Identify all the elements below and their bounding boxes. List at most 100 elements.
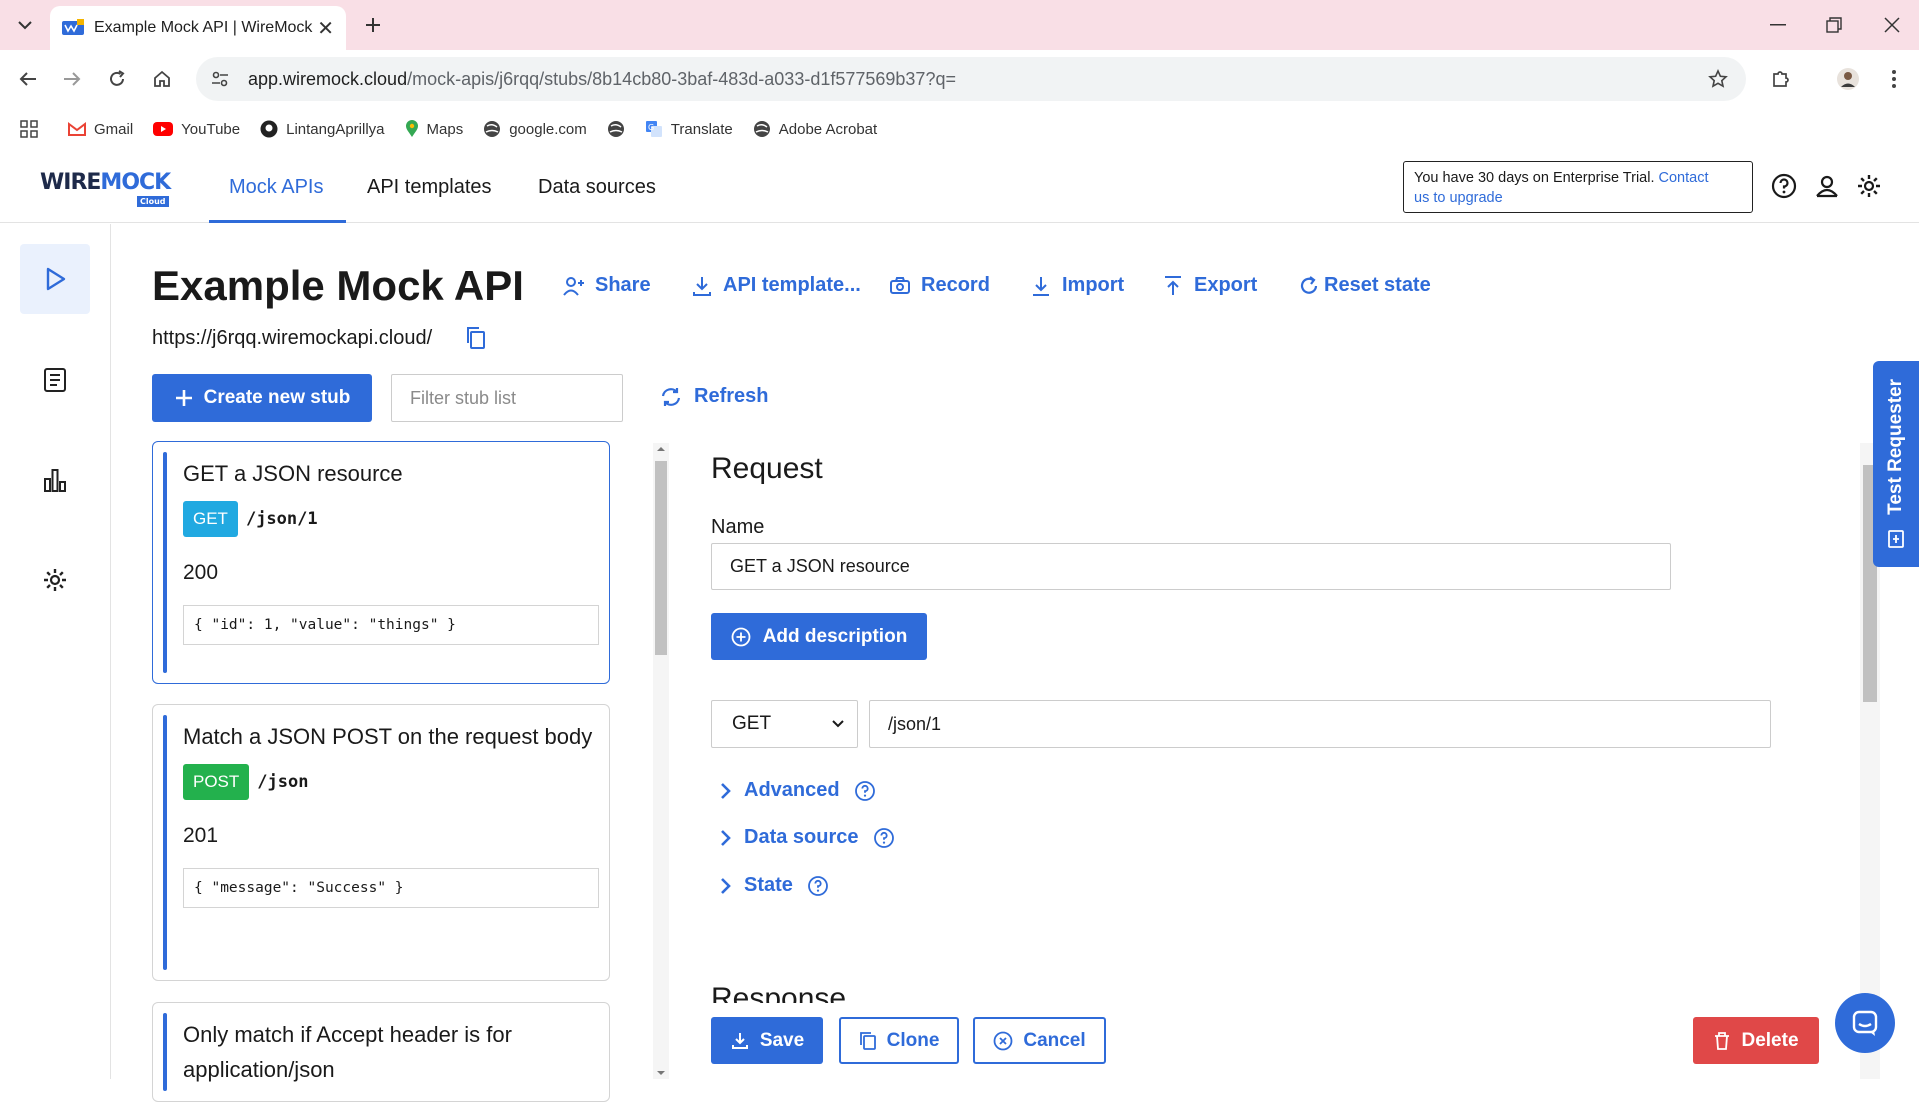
create-new-stub-button[interactable]: Create new stub <box>152 374 372 422</box>
cancel-button[interactable]: Cancel <box>973 1017 1106 1064</box>
help-button[interactable] <box>1770 172 1800 202</box>
close-window-button[interactable] <box>1872 10 1912 40</box>
forward-button[interactable] <box>56 63 88 95</box>
advanced-toggle[interactable]: Advanced <box>720 779 876 802</box>
reload-button[interactable] <box>101 63 133 95</box>
export-button[interactable]: Export <box>1162 274 1257 297</box>
help-icon[interactable] <box>873 827 895 849</box>
api-template-label: API template... <box>723 274 861 296</box>
stub-name-input[interactable] <box>711 543 1671 590</box>
url-path-input[interactable] <box>869 700 1771 748</box>
reset-state-button[interactable]: Reset state <box>1298 274 1431 297</box>
bookmark-translate[interactable]: G Translate <box>645 120 733 138</box>
state-toggle[interactable]: State <box>720 874 829 897</box>
help-icon[interactable] <box>807 875 829 897</box>
bookmark-gmail[interactable]: Gmail <box>68 121 133 138</box>
bookmark-label: Maps <box>426 120 464 138</box>
gear-icon <box>44 569 66 591</box>
back-button[interactable] <box>12 63 44 95</box>
settings-button[interactable] <box>1855 172 1885 202</box>
restore-button[interactable] <box>1814 10 1854 40</box>
nav-api-templates[interactable]: API templates <box>367 176 492 199</box>
translate-icon: G <box>645 121 662 137</box>
copy-url-button[interactable] <box>465 326 487 350</box>
left-rail <box>0 224 111 1079</box>
trial-upgrade-link[interactable]: us to upgrade <box>1414 190 1503 206</box>
bookmark-label: google.com <box>509 120 587 138</box>
bookmark-label: LintangAprillya <box>286 120 385 138</box>
clone-button[interactable]: Clone <box>839 1017 959 1064</box>
url-host: app.wiremock.cloud <box>248 68 408 89</box>
chevron-down-icon <box>832 720 844 728</box>
rail-stubs[interactable] <box>20 244 90 314</box>
stub-card[interactable]: Match a JSON POST on the request body PO… <box>152 704 610 981</box>
new-tab-button[interactable] <box>358 10 388 40</box>
record-button[interactable]: Record <box>889 274 990 297</box>
scroll-up-arrow-icon[interactable] <box>653 443 669 455</box>
close-icon <box>1884 17 1900 33</box>
test-requester-tab[interactable]: Test Requester <box>1873 361 1919 567</box>
stub-card-selected[interactable]: GET a JSON resource GET /json/1 200 { "i… <box>152 441 610 684</box>
page-title: Example Mock API <box>152 262 524 309</box>
puzzle-icon <box>1773 71 1789 87</box>
minimize-button[interactable] <box>1758 10 1798 40</box>
filter-stub-input[interactable] <box>391 374 623 422</box>
trial-contact-link[interactable]: Contact <box>1659 170 1709 186</box>
tab-close-icon[interactable]: ✕ <box>317 16 334 41</box>
tab-title: Example Mock API | WireMock <box>94 19 313 36</box>
stub-name: GET a JSON resource <box>183 461 403 486</box>
bookmark-github[interactable]: LintangAprillya <box>260 120 385 138</box>
apps-shortcut[interactable] <box>20 120 38 138</box>
address-bar[interactable]: app.wiremock.cloud/mock-apis/j6rqq/stubs… <box>196 57 1746 101</box>
apps-grid-icon <box>20 120 38 138</box>
nav-mock-apis[interactable]: Mock APIs <box>229 176 323 199</box>
share-button[interactable]: Share <box>563 274 651 297</box>
bookmark-label: Translate <box>670 120 733 138</box>
browser-menu-button[interactable] <box>1878 63 1910 95</box>
rail-settings[interactable] <box>20 545 90 615</box>
save-button[interactable]: Save <box>711 1017 823 1064</box>
bookmark-unnamed[interactable] <box>607 120 625 138</box>
bookmark-youtube[interactable]: YouTube <box>153 121 240 138</box>
nav-data-sources[interactable]: Data sources <box>538 176 656 199</box>
chat-support-button[interactable] <box>1835 993 1895 1053</box>
browser-tab-active[interactable]: Example Mock API | WireMock ✕ <box>50 6 346 50</box>
http-method-select[interactable]: GET <box>711 700 858 748</box>
data-source-toggle[interactable]: Data source <box>720 826 895 849</box>
import-button[interactable]: Import <box>1030 274 1124 297</box>
bookmark-adobe-acrobat[interactable]: Adobe Acrobat <box>753 120 877 138</box>
profile-avatar[interactable] <box>1832 63 1864 95</box>
stub-list-scroll-thumb[interactable] <box>655 461 667 655</box>
api-template-button[interactable]: API template... <box>691 274 861 297</box>
logo-cloud: Cloud <box>137 196 169 207</box>
bookmark-label: YouTube <box>181 120 241 138</box>
account-button[interactable] <box>1813 172 1843 202</box>
stub-list-scrollbar[interactable] <box>653 443 669 1079</box>
download-icon <box>693 276 711 296</box>
refresh-button[interactable]: Refresh <box>660 385 768 408</box>
home-button[interactable] <box>146 63 178 95</box>
tab-search-button[interactable] <box>10 10 40 40</box>
nav-active-indicator <box>209 220 346 223</box>
scroll-down-arrow-icon[interactable] <box>653 1067 669 1079</box>
bookmark-label: Adobe Acrobat <box>778 120 878 138</box>
plus-icon <box>366 18 380 32</box>
wiremock-logo[interactable]: WIREMOCK Cloud <box>40 170 171 207</box>
cancel-circle-icon <box>993 1031 1013 1050</box>
chevron-down-icon <box>18 21 32 30</box>
extensions-button[interactable] <box>1765 63 1797 95</box>
rail-analytics[interactable] <box>20 445 90 515</box>
stub-card[interactable]: Only match if Accept header is for appli… <box>152 1002 610 1102</box>
delete-button[interactable]: Delete <box>1693 1017 1819 1064</box>
chevron-right-icon <box>721 782 731 799</box>
trial-banner: You have 30 days on Enterprise Trial. Co… <box>1403 161 1753 213</box>
help-icon[interactable] <box>854 780 876 802</box>
bookmark-maps[interactable]: Maps <box>405 120 464 138</box>
bookmark-star-icon[interactable] <box>1708 69 1728 89</box>
state-label: State <box>744 874 793 896</box>
minimize-icon <box>1770 24 1786 26</box>
rail-request-log[interactable] <box>20 345 90 415</box>
bookmark-google[interactable]: google.com <box>483 120 587 138</box>
add-description-button[interactable]: Add description <box>711 613 927 660</box>
site-settings-icon[interactable] <box>210 69 230 89</box>
